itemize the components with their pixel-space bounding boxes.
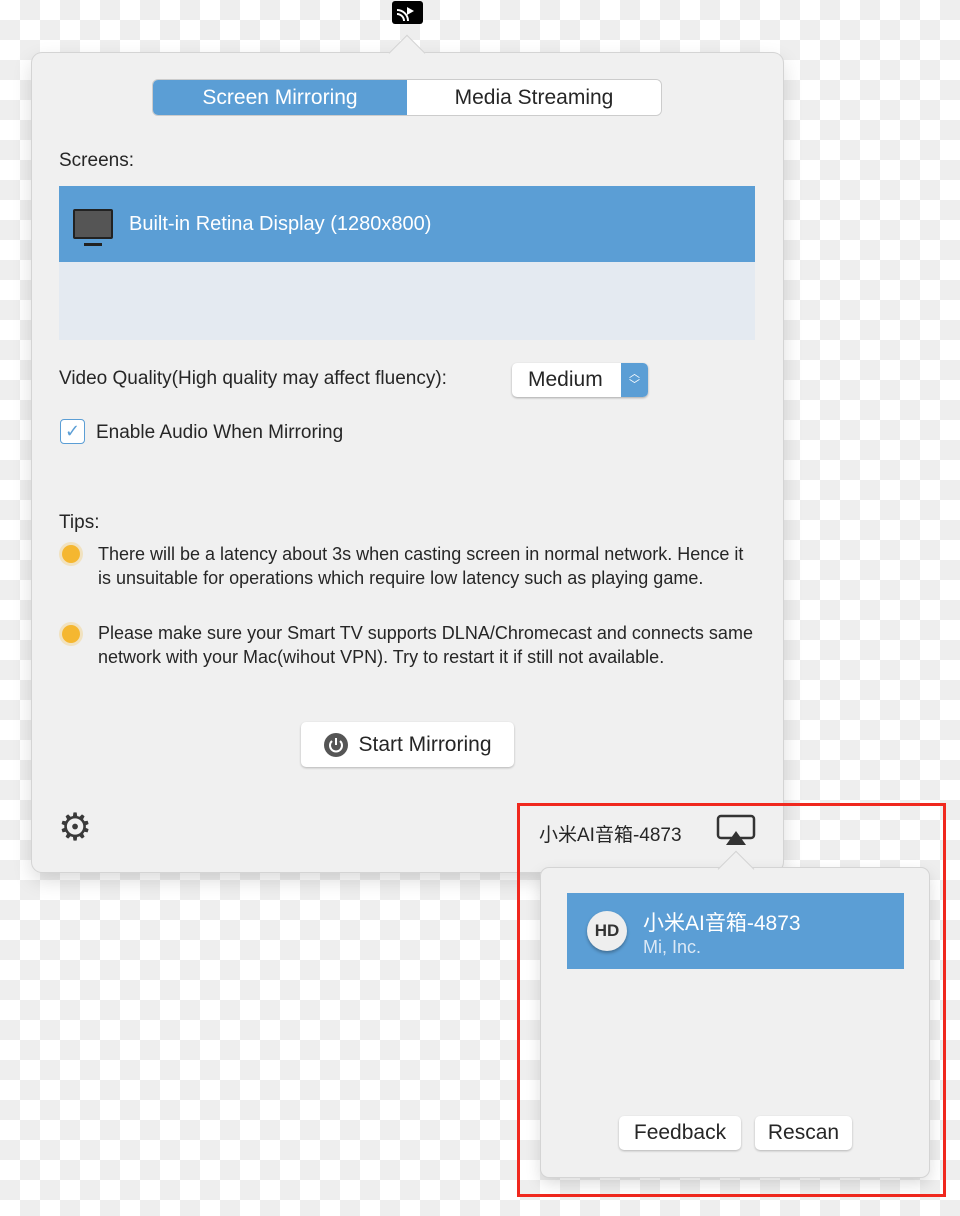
device-name: 小米AI音箱-4873	[643, 912, 801, 935]
start-mirroring-label: Start Mirroring	[358, 732, 492, 756]
rescan-button[interactable]: Rescan	[755, 1116, 852, 1150]
screen-name: Built-in Retina Display (1280x800)	[129, 212, 432, 235]
hd-badge-icon: HD	[587, 911, 627, 951]
device-popover: HD 小米AI音箱-4873 Mi, Inc. Feedback Rescan	[541, 850, 929, 1177]
quality-label: Video Quality(High quality may affect fl…	[59, 368, 447, 389]
monitor-icon	[73, 209, 113, 246]
quality-select[interactable]: Medium ︿ ﹀	[512, 363, 648, 397]
gear-icon[interactable]: ⚙	[58, 809, 92, 847]
tip-text: Please make sure your Smart TV supports …	[98, 623, 753, 667]
lightbulb-icon	[62, 545, 80, 563]
quality-value: Medium	[528, 368, 603, 391]
feedback-button[interactable]: Feedback	[619, 1116, 741, 1150]
audio-checkbox[interactable]: ✓	[60, 419, 85, 444]
panel-arrow	[388, 34, 426, 72]
tip-text: There will be a latency about 3s when ca…	[98, 544, 744, 588]
tab-media-streaming[interactable]: Media Streaming	[407, 80, 661, 115]
start-mirroring-button[interactable]: Start Mirroring	[301, 722, 514, 767]
lightbulb-icon	[62, 625, 80, 643]
tab-screen-mirroring[interactable]: Screen Mirroring	[153, 80, 407, 115]
device-item[interactable]: HD 小米AI音箱-4873 Mi, Inc.	[567, 893, 904, 969]
device-vendor: Mi, Inc.	[643, 937, 702, 957]
screens-label: Screens:	[59, 150, 134, 171]
tips-title: Tips:	[59, 512, 100, 533]
audio-label: Enable Audio When Mirroring	[96, 422, 344, 443]
power-icon	[324, 732, 349, 757]
screen-item[interactable]: Built-in Retina Display (1280x800)	[59, 186, 755, 262]
screens-list: Built-in Retina Display (1280x800)	[59, 186, 755, 340]
mode-segmented-control: Screen Mirroring Media Streaming	[153, 80, 661, 115]
stepper-chevrons-icon: ︿ ﹀	[621, 363, 648, 397]
cast-menubar-icon[interactable]	[392, 1, 423, 24]
